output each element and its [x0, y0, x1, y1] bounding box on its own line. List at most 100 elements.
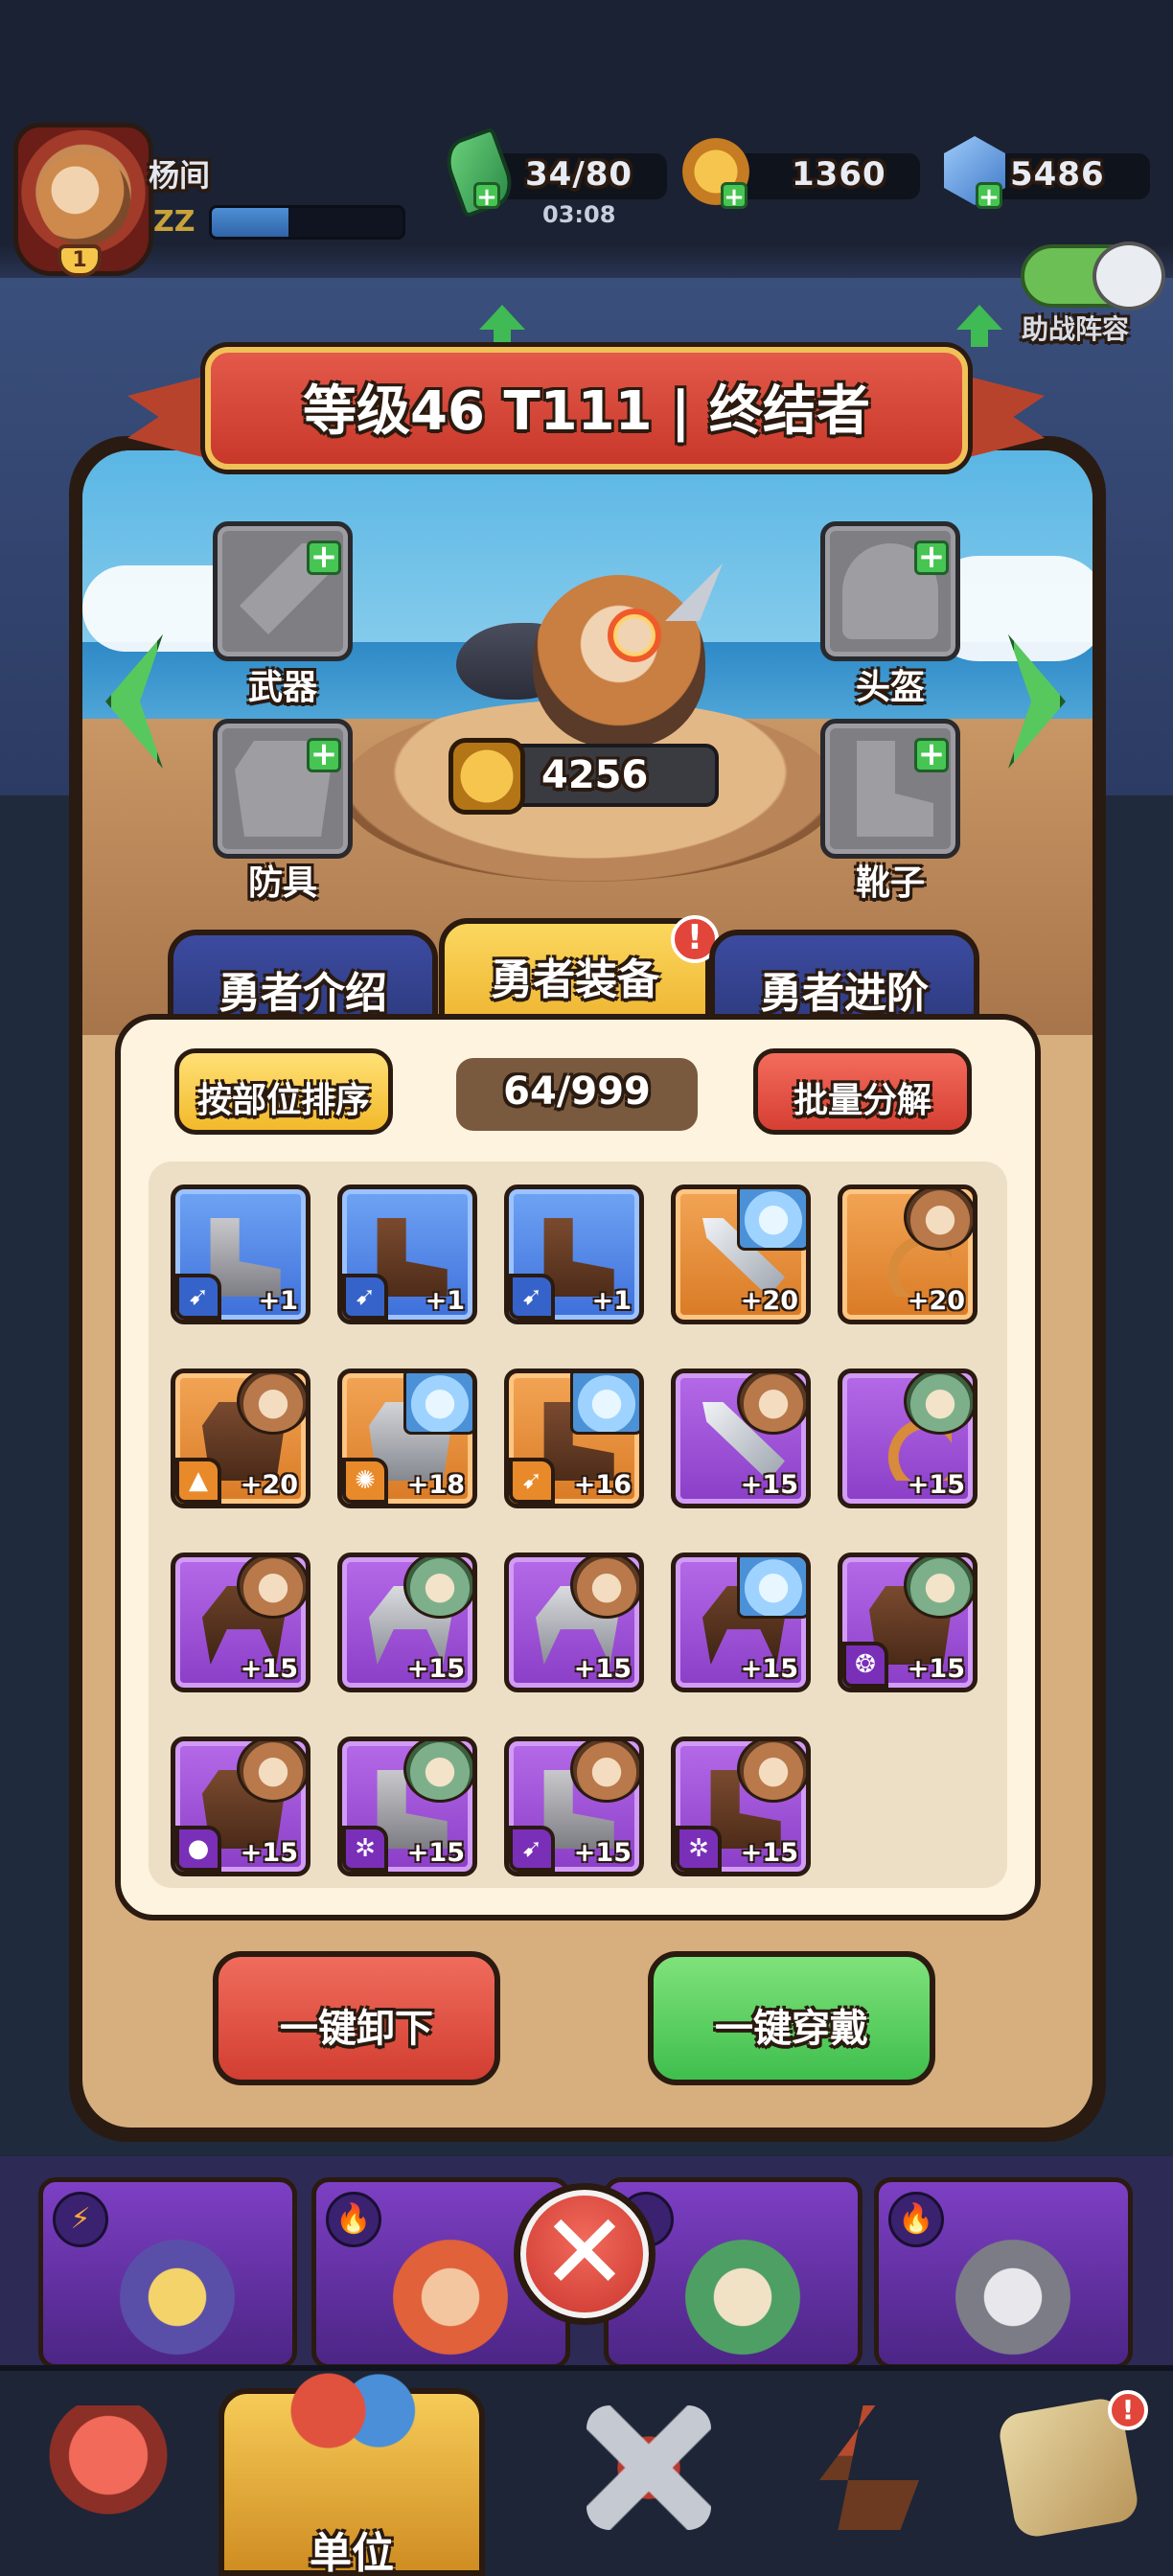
- boots-slot-label: 靴子: [855, 863, 925, 903]
- equipment-item-boots[interactable]: ➹ +15: [504, 1736, 644, 1876]
- set-badge-icon: ✲: [676, 1826, 722, 1872]
- inventory-count: 64/999: [503, 1070, 651, 1114]
- player-name: 杨间: [149, 157, 211, 194]
- add-weapon-icon[interactable]: +: [307, 540, 341, 575]
- unequip-all-label: 一键卸下: [280, 2007, 433, 2051]
- home-icon[interactable]: [46, 2405, 171, 2530]
- equipment-item-helm[interactable]: +15: [504, 1552, 644, 1692]
- sleep-icon: ZZ: [153, 205, 196, 239]
- set-badge-icon: ✺: [342, 1458, 388, 1504]
- battle-swords-icon[interactable]: [586, 2405, 711, 2530]
- equip-all-button[interactable]: 一键穿戴: [648, 1951, 935, 2085]
- add-gem-icon[interactable]: +: [976, 182, 1002, 210]
- equipment-item-sword[interactable]: +20: [671, 1184, 811, 1324]
- equipment-item-armor[interactable]: ✺ +18: [337, 1368, 477, 1508]
- equipment-item-bow[interactable]: +15: [838, 1368, 978, 1508]
- hero-card[interactable]: ⚡: [38, 2177, 297, 2369]
- hero-character[interactable]: [533, 575, 705, 748]
- equipment-item-boots[interactable]: ✲ +15: [671, 1736, 811, 1876]
- hero-portrait: [383, 2230, 518, 2364]
- helmet-slot-label: 头盔: [855, 668, 925, 707]
- set-badge-icon: ✲: [342, 1826, 388, 1872]
- unequip-all-button[interactable]: 一键卸下: [213, 1951, 500, 2085]
- set-badge-icon: ➹: [509, 1826, 555, 1872]
- equipment-item-boots[interactable]: ➹ +1: [337, 1184, 477, 1324]
- equipment-item-armor[interactable]: ▲ +20: [171, 1368, 310, 1508]
- fire-icon: 🔥: [326, 2192, 381, 2247]
- hero-title: 等级46 T111 | 终结者: [303, 380, 870, 443]
- owner-portrait-icon: [737, 1557, 806, 1619]
- paw-power-icon: [448, 738, 525, 815]
- owner-portrait-icon: [570, 1373, 639, 1435]
- hero-portrait: [110, 2230, 244, 2364]
- add-energy-icon[interactable]: +: [473, 182, 500, 210]
- lightning-icon: ⚡: [53, 2192, 108, 2247]
- item-level: +1: [591, 1286, 632, 1316]
- owner-portrait-icon: [737, 1189, 806, 1251]
- owner-portrait-icon: [737, 1741, 806, 1803]
- owner-portrait-icon: [904, 1557, 973, 1619]
- equipment-item-armor[interactable]: ● +15: [171, 1736, 310, 1876]
- toggle-knob: [1092, 242, 1165, 310]
- avatar-portrait: [38, 153, 130, 245]
- item-level: +15: [907, 1654, 965, 1684]
- sort-by-slot-button[interactable]: 按部位排序: [174, 1048, 393, 1135]
- close-icon: ✕: [540, 2191, 630, 2313]
- equipment-item-boots[interactable]: ➹ +16: [504, 1368, 644, 1508]
- upgrade-arrow-icon: [956, 305, 1002, 330]
- item-level: +20: [740, 1286, 798, 1316]
- item-level: +15: [573, 1838, 632, 1868]
- item-level: +15: [573, 1654, 632, 1684]
- upgrade-arrow-stem: [494, 330, 511, 347]
- item-level: +1: [258, 1286, 298, 1316]
- xp-bar-fill: [212, 208, 288, 237]
- upgrade-arrow-icon: [479, 305, 525, 330]
- item-level: +16: [573, 1470, 632, 1500]
- equipment-item-helm[interactable]: +15: [337, 1552, 477, 1692]
- item-level: +15: [240, 1838, 298, 1868]
- equipment-item-helm[interactable]: +15: [671, 1552, 811, 1692]
- gem-value: 5486: [1010, 155, 1105, 194]
- tab-hero-advance-label: 勇者进阶: [760, 969, 929, 1018]
- equipment-item-boots[interactable]: ➹ +1: [504, 1184, 644, 1324]
- equipment-item-armor[interactable]: ❂ +15: [838, 1552, 978, 1692]
- item-level: +15: [406, 1654, 465, 1684]
- add-boots-icon[interactable]: +: [914, 738, 949, 772]
- add-helmet-icon[interactable]: +: [914, 540, 949, 575]
- upgrade-arrow-stem: [971, 330, 988, 347]
- owner-portrait-icon: [237, 1741, 306, 1803]
- power-value: 4256: [541, 753, 649, 797]
- set-badge-icon: ●: [175, 1826, 221, 1872]
- equipment-item-helm[interactable]: +15: [171, 1552, 310, 1692]
- add-coin-icon[interactable]: +: [721, 182, 748, 210]
- tab-hero-equipment-label: 勇者装备: [491, 955, 659, 1004]
- owner-portrait-icon: [570, 1557, 639, 1619]
- item-level: +15: [406, 1838, 465, 1868]
- decompose-button-label: 批量分解: [793, 1081, 932, 1120]
- equipment-item-bow[interactable]: +20: [838, 1184, 978, 1324]
- owner-portrait-icon: [403, 1741, 472, 1803]
- add-armor-icon[interactable]: +: [307, 738, 341, 772]
- owner-portrait-icon: [403, 1557, 472, 1619]
- units-icon: [278, 2346, 422, 2490]
- item-level: +1: [425, 1286, 465, 1316]
- equipment-item-boots[interactable]: ✲ +15: [337, 1736, 477, 1876]
- equipment-item-sword[interactable]: +15: [671, 1368, 811, 1508]
- owner-portrait-icon: [570, 1741, 639, 1803]
- hero-portrait: [676, 2230, 810, 2364]
- support-lineup-label: 助战阵容: [1022, 313, 1130, 345]
- item-level: +15: [740, 1838, 798, 1868]
- batch-decompose-button[interactable]: 批量分解: [753, 1048, 972, 1135]
- owner-portrait-icon: [237, 1557, 306, 1619]
- hero-card[interactable]: 🔥: [874, 2177, 1133, 2369]
- equipment-item-boots[interactable]: ➹ +1: [171, 1184, 310, 1324]
- owner-portrait-icon: [737, 1373, 806, 1435]
- set-badge-icon: ➹: [175, 1274, 221, 1320]
- item-level: +20: [907, 1286, 965, 1316]
- energy-value: 34/80: [525, 155, 633, 194]
- item-level: +15: [740, 1470, 798, 1500]
- tab-hero-intro-label: 勇者介绍: [218, 969, 387, 1018]
- nav-units-label: 单位: [310, 2529, 394, 2576]
- item-level: +15: [240, 1654, 298, 1684]
- set-badge-icon: ❂: [842, 1642, 888, 1688]
